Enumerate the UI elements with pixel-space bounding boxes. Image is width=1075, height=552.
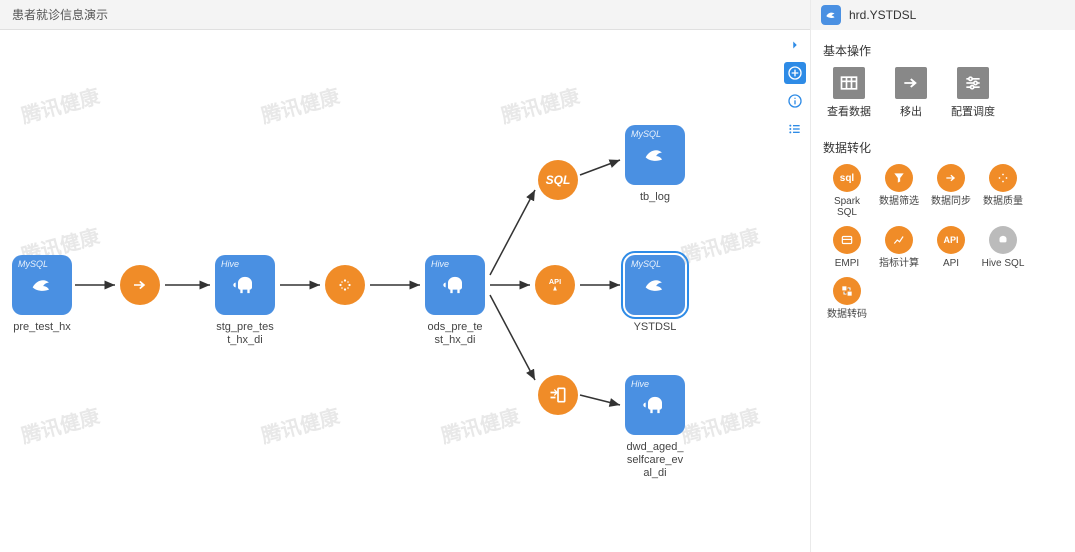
add-icon[interactable] (784, 62, 806, 84)
node-dwd-aged-selfcare[interactable]: Hive dwd_aged_selfcare_eval_di (625, 375, 685, 481)
op-schedule[interactable]: 配置调度 (951, 67, 995, 119)
hive-icon (989, 226, 1017, 254)
info-icon[interactable] (784, 90, 806, 112)
transform-export[interactable] (538, 375, 578, 415)
panel-header: hrd.YSTDSL (811, 0, 1075, 30)
spark-icon (336, 276, 354, 294)
arrow-right-icon (937, 164, 965, 192)
chevron-right-icon[interactable] (784, 34, 806, 56)
svg-text:API: API (549, 277, 561, 286)
transform-arrow[interactable] (120, 265, 160, 305)
list-icon[interactable] (784, 118, 806, 140)
node-tb-log[interactable]: MySQL tb_log (625, 125, 685, 204)
elephant-icon (231, 271, 259, 299)
op-view-data[interactable]: 查看数据 (827, 67, 871, 119)
dolphin-icon (641, 141, 669, 169)
encode-icon (833, 277, 861, 305)
watermark: 腾讯健康 (678, 400, 763, 449)
tf-spark-sql[interactable]: sqlSpark SQL (823, 164, 871, 218)
dolphin-icon (641, 271, 669, 299)
transforms-grid: sqlSpark SQL 数据筛选 数据同步 数据质量 EMPI 指标计算 AP… (811, 164, 1075, 320)
chart-icon (885, 226, 913, 254)
sql-icon: SQL (546, 173, 571, 187)
transform-spark[interactable] (325, 265, 365, 305)
watermark: 腾讯健康 (258, 400, 343, 449)
node-ystdsl[interactable]: MySQL YSTDSL (625, 255, 685, 334)
tf-sync[interactable]: 数据同步 (927, 164, 975, 218)
transform-api[interactable]: API (535, 265, 575, 305)
watermark: 腾讯健康 (498, 80, 583, 129)
sliders-icon (957, 67, 989, 99)
right-panel: hrd.YSTDSL 基本操作 查看数据 移出 配置调度 数据转化 sqlSpa… (810, 0, 1075, 552)
watermark: 腾讯健康 (18, 400, 103, 449)
watermark: 腾讯健康 (258, 80, 343, 129)
spark-icon (989, 164, 1017, 192)
transforms-title: 数据转化 (811, 127, 1075, 164)
arrow-right-icon (895, 67, 927, 99)
basic-ops-title: 基本操作 (811, 30, 1075, 67)
tf-api[interactable]: APIAPI (927, 226, 975, 269)
node-ods-pre-test-hx-di[interactable]: Hive ods_pre_test_hx_di (425, 255, 485, 347)
basic-ops-row: 查看数据 移出 配置调度 (811, 67, 1075, 127)
table-icon (833, 67, 865, 99)
card-icon (833, 226, 861, 254)
elephant-icon (441, 271, 469, 299)
tf-metric[interactable]: 指标计算 (875, 226, 923, 269)
sql-icon: sql (833, 164, 861, 192)
tf-hive-sql[interactable]: Hive SQL (979, 226, 1027, 269)
api-icon: API (544, 274, 566, 296)
node-pre-test-hx[interactable]: MySQL pre_test_hx (12, 255, 72, 334)
side-toolbar (780, 30, 810, 140)
dolphin-icon (28, 271, 56, 299)
arrow-right-icon (131, 276, 149, 294)
dolphin-icon (821, 5, 841, 25)
filter-icon (885, 164, 913, 192)
node-stg-pre-test-hx-di[interactable]: Hive stg_pre_test_hx_di (215, 255, 275, 347)
panel-title: hrd.YSTDSL (849, 8, 916, 22)
watermark: 腾讯健康 (438, 400, 523, 449)
flow-canvas[interactable]: 腾讯健康 腾讯健康 腾讯健康 腾讯健康 腾讯健康 腾讯健康 腾讯健康 腾讯健康 … (0, 30, 810, 552)
watermark: 腾讯健康 (678, 220, 763, 269)
tf-empi[interactable]: EMPI (823, 226, 871, 269)
export-icon (548, 385, 568, 405)
tf-filter[interactable]: 数据筛选 (875, 164, 923, 218)
op-export[interactable]: 移出 (889, 67, 933, 119)
page-title: 患者就诊信息演示 (12, 6, 108, 23)
elephant-icon (641, 391, 669, 419)
transform-sql[interactable]: SQL (538, 160, 578, 200)
api-icon: API (937, 226, 965, 254)
watermark: 腾讯健康 (18, 80, 103, 129)
tf-encode[interactable]: 数据转码 (823, 277, 871, 320)
tf-quality[interactable]: 数据质量 (979, 164, 1027, 218)
